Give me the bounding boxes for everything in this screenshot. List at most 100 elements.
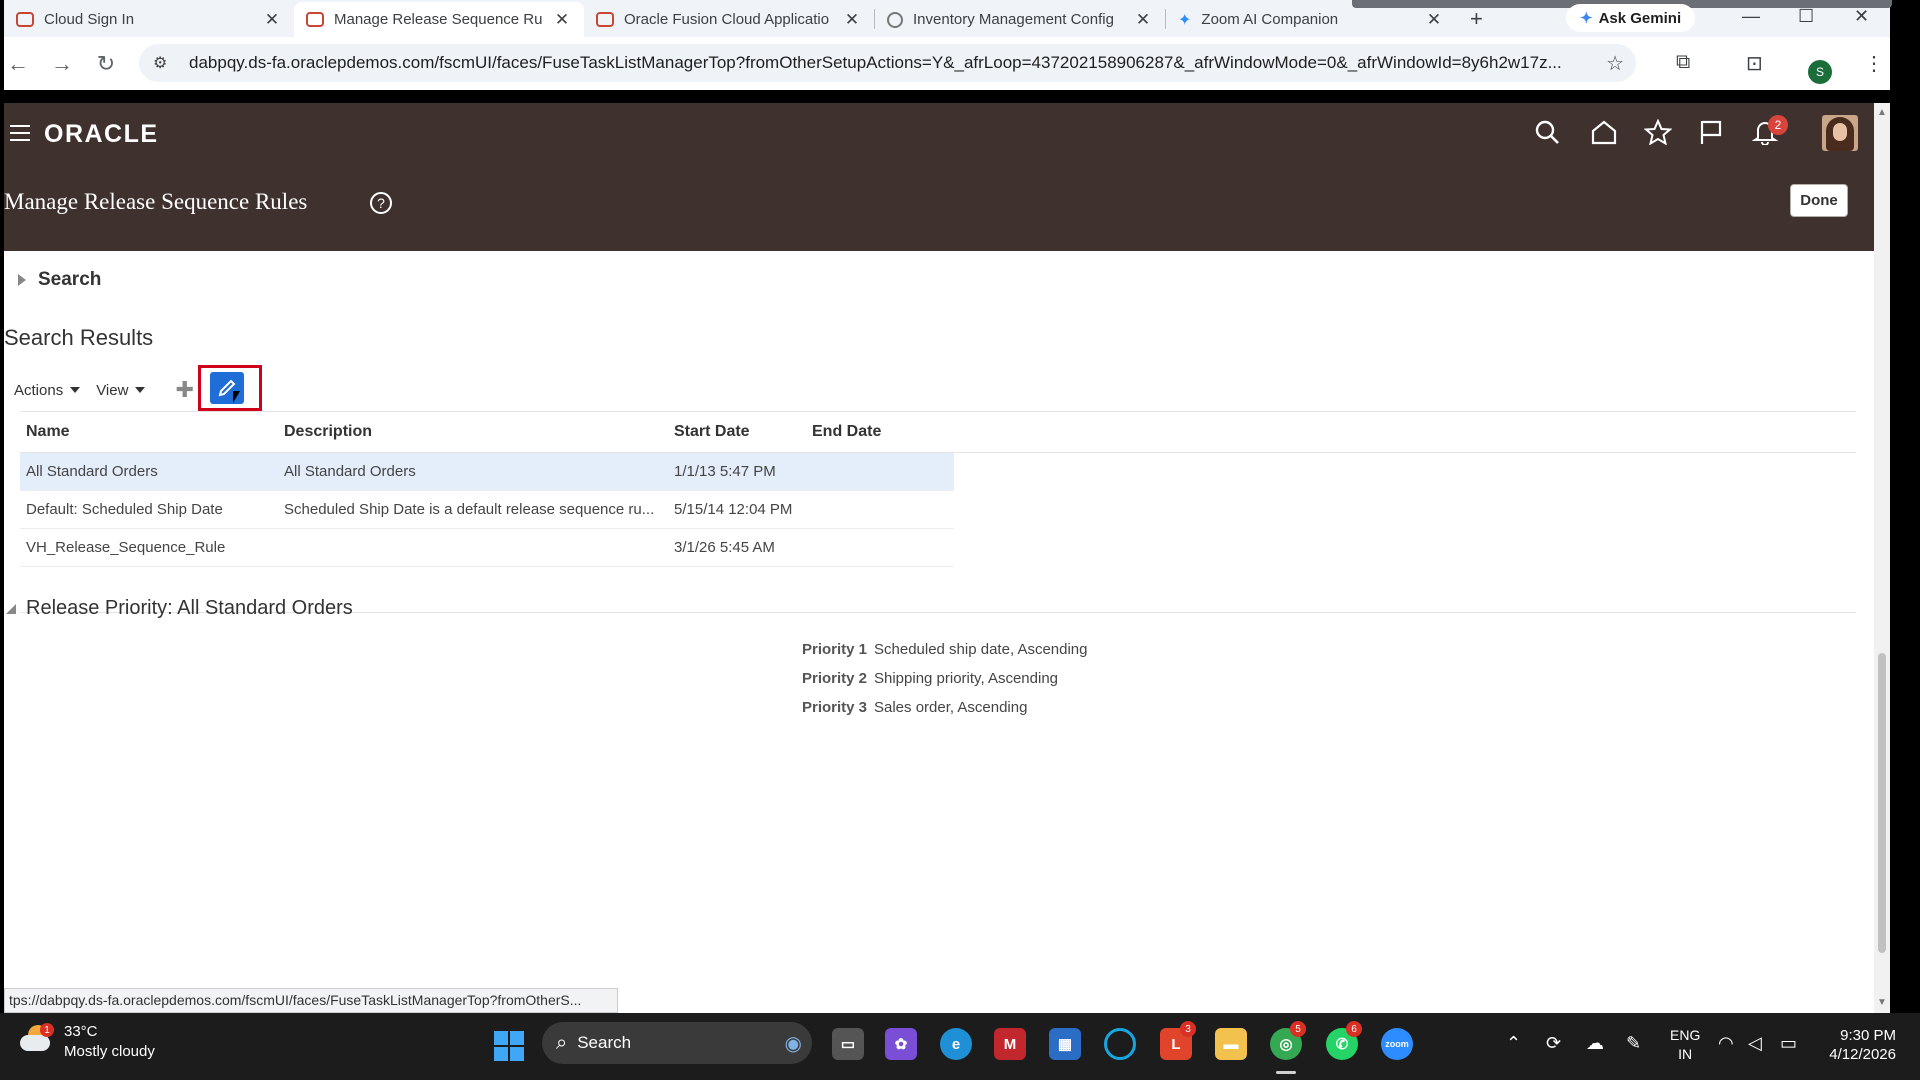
window-close-icon[interactable]: ✕ [1854,6,1869,27]
new-tab-icon[interactable]: + [1456,6,1497,32]
cell-name: Default: Scheduled Ship Date [26,501,223,518]
alexa-icon[interactable] [1104,1028,1136,1060]
main-content: Search Search Results Actions View ✚ Nam… [4,251,1874,1013]
taskbar-search[interactable]: ⌕ Search ◉ [542,1022,812,1064]
close-icon[interactable]: ✕ [1424,10,1444,30]
bookmark-star-icon[interactable]: ☆ [1606,51,1624,76]
system-clock[interactable]: 9:30 PM 4/12/2026 [1826,1026,1896,1064]
reload-icon[interactable]: ↻ [84,51,128,77]
priority-item: Priority 1 Scheduled ship date, Ascendin… [802,641,1088,670]
user-avatar[interactable] [1822,115,1858,151]
release-priority-title: Release Priority: All Standard Orders [26,597,353,619]
microsoft-store-icon[interactable]: ▦ [1049,1028,1081,1060]
cell-start-date: 3/1/26 5:45 AM [674,539,775,556]
gemini-icon: ✦ [1580,10,1593,27]
onedrive-cloud-icon[interactable]: ☁ [1586,1033,1604,1054]
search-section-toggle[interactable]: Search [18,269,101,291]
tab-cloud-sign-in[interactable]: Cloud Sign In ✕ [4,2,294,37]
search-results-title: Search Results [4,325,154,350]
weather-description: Mostly cloudy [64,1043,155,1060]
weather-temperature: 33°C [64,1023,98,1040]
close-icon[interactable]: ✕ [262,10,282,30]
priority-value: Sales order, Ascending [874,699,1028,716]
search-icon[interactable] [1534,119,1560,150]
task-view-icon[interactable]: ▭ [832,1028,864,1060]
tab-oracle-fusion[interactable]: Oracle Fusion Cloud Applicatio ✕ [584,2,874,37]
scroll-thumb[interactable] [1878,653,1886,953]
expand-triangle-icon [18,274,26,286]
clock-time: 9:30 PM [1840,1027,1896,1044]
whatsapp-badge: 6 [1346,1021,1362,1037]
tab-inventory-management[interactable]: Inventory Management Config ✕ [875,2,1165,37]
ask-gemini-button[interactable]: ✦ Ask Gemini [1566,4,1696,32]
maximize-icon[interactable]: ☐ [1798,6,1814,27]
priority-value: Shipping priority, Ascending [874,670,1058,687]
table-row[interactable]: Default: Scheduled Ship Date Scheduled S… [20,491,954,529]
table-row[interactable]: VH_Release_Sequence_Rule 3/1/26 5:45 AM [20,529,954,567]
link-status-bar: tps://dabpqy.ds-fa.oraclepdemos.com/fscm… [4,988,618,1013]
search-highlight-icon: ◉ [784,1032,802,1055]
cell-description: Scheduled Ship Date is a default release… [284,501,655,518]
flag-icon[interactable] [1698,119,1724,150]
show-hidden-icons-chevron-icon[interactable]: ⌃ [1506,1033,1521,1054]
windows-start-icon[interactable] [494,1031,524,1061]
scroll-down-icon[interactable]: ▼ [1877,997,1887,1008]
back-icon[interactable]: ← [0,51,40,77]
wifi-icon[interactable]: ◠ [1718,1033,1734,1054]
favorites-star-icon[interactable] [1643,118,1673,150]
edge-icon[interactable]: e [940,1028,972,1060]
actions-menu-label: Actions [14,381,64,399]
column-header-end-date[interactable]: End Date [812,423,952,441]
column-header-name[interactable]: Name [20,423,284,441]
zoom-icon[interactable]: zoom [1381,1028,1413,1060]
column-header-start-date[interactable]: Start Date [674,423,812,441]
tab-title: Inventory Management Config [913,11,1114,28]
tab-title: Manage Release Sequence Ru [334,11,543,28]
url-omnibox[interactable]: ⚙ dabpqy.ds-fa.oraclepdemos.com/fscmUI/f… [139,44,1636,82]
results-toolbar: Actions View ✚ [14,377,212,403]
pen-input-icon[interactable]: ✎ [1626,1033,1641,1054]
sync-icon[interactable]: ⟳ [1546,1033,1561,1054]
volume-icon[interactable]: ◁ [1748,1033,1762,1054]
done-button[interactable]: Done [1790,184,1848,217]
column-header-description[interactable]: Description [284,423,674,441]
tab-search-icon[interactable]: ⊡ [1746,51,1763,76]
priority-label: Priority 3 [802,699,868,716]
weather-cloudy-icon: 1 [20,1023,54,1053]
region-code: IN [1678,1046,1693,1062]
priority-label: Priority 1 [802,641,868,658]
oracle-header: ORACLE 2 Manage Release Sequence Rules ?… [4,103,1874,251]
l-app-badge: 3 [1180,1021,1196,1037]
help-icon[interactable]: ? [370,192,392,214]
globe-favicon-icon [887,11,903,28]
chrome-active-indicator [1276,1071,1296,1074]
battery-icon[interactable]: ▭ [1780,1033,1797,1054]
home-icon[interactable] [1590,119,1618,150]
hamburger-menu-icon[interactable] [10,125,30,146]
release-priority-section-toggle[interactable]: Release Priority: All Standard Orders [6,597,353,620]
tab-manage-release-sequence[interactable]: Manage Release Sequence Ru ✕ [294,2,584,37]
file-explorer-icon[interactable]: ▬ [1215,1028,1247,1060]
close-icon[interactable]: ✕ [1133,10,1153,30]
oracle-logo[interactable]: ORACLE [44,120,159,149]
close-icon[interactable]: ✕ [552,10,572,30]
cell-name: All Standard Orders [26,463,158,480]
actions-menu[interactable]: Actions [14,381,81,399]
forward-icon[interactable]: → [40,51,84,77]
copilot-icon[interactable]: ✿ [885,1028,917,1060]
page-scrollbar[interactable]: ▲ ▼ [1874,103,1890,1013]
language-indicator[interactable]: ENG IN [1670,1026,1700,1064]
windows-taskbar: 1 33°C Mostly cloudy ⌕ Search ◉ ▭ ✿ e M … [0,1013,1920,1080]
mcafee-icon[interactable]: M [994,1028,1026,1060]
scroll-up-icon[interactable]: ▲ [1877,107,1887,118]
site-settings-icon[interactable]: ⚙ [153,53,181,73]
url-text[interactable]: dabpqy.ds-fa.oraclepdemos.com/fscmUI/fac… [189,53,1609,73]
close-icon[interactable]: ✕ [842,10,862,30]
browser-menu-icon[interactable]: ⋮ [1864,51,1884,76]
table-row[interactable]: All Standard Orders All Standard Orders … [20,453,954,491]
extensions-icon[interactable]: ⧉ [1676,51,1690,74]
view-menu[interactable]: View [96,382,146,399]
minimize-icon[interactable]: — [1742,6,1760,27]
profile-avatar[interactable]: S [1808,60,1832,84]
add-plus-icon[interactable]: ✚ [175,377,193,403]
